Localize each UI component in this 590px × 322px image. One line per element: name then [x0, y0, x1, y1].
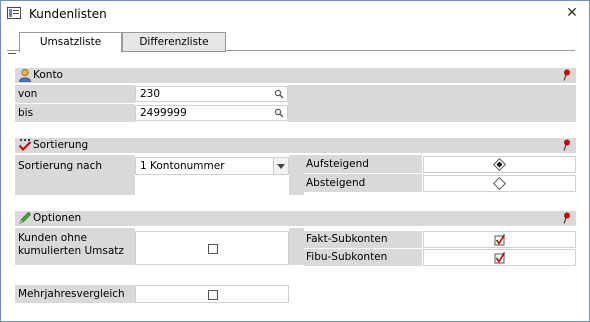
mehrjahr-checkbox[interactable] — [208, 290, 218, 300]
tab-differenzliste[interactable]: Differenzliste — [122, 32, 226, 52]
von-input[interactable]: 230 — [135, 86, 288, 102]
kunden-label-line2: kumulierten Umsatz — [18, 245, 124, 257]
mehrjahr-checkbox-cell — [135, 285, 289, 303]
fibu-label: Fibu-Subkonten — [306, 251, 388, 263]
absteigend-label: Absteigend — [306, 177, 366, 189]
konto-section: Konto von 230 bis 2499999 — [15, 68, 576, 124]
close-icon: ✕ — [566, 5, 578, 21]
optionen-section: Optionen Kunden ohne kumulierten Umsatz … — [15, 211, 576, 303]
fakt-checkbox-cell — [423, 231, 576, 248]
mehrjahr-label: Mehrjahresvergleich — [18, 288, 125, 300]
close-button[interactable]: ✕ — [561, 4, 583, 22]
pin-icon[interactable] — [562, 139, 572, 151]
kunden-checkbox-cell — [135, 231, 289, 265]
checkmark-icon — [18, 138, 32, 151]
tab-umsatzliste-label: Umsatzliste — [39, 36, 102, 48]
sortierung-nach-label: Sortierung nach — [18, 160, 103, 172]
user-icon — [19, 68, 31, 82]
aufsteigend-radio[interactable] — [493, 158, 506, 171]
sortierung-title: Sortierung — [33, 139, 89, 151]
kunden-label-line1: Kunden ohne — [18, 232, 87, 244]
window-title: Kundenlisten — [29, 7, 107, 21]
kundenlisten-window: Kundenlisten ✕ Umsatzliste Differenzlist… — [0, 0, 590, 322]
fibu-checkbox[interactable] — [494, 252, 506, 264]
konto-header: Konto — [15, 68, 576, 83]
sortierung-select[interactable]: 1 Kontonummer — [135, 157, 289, 175]
aufsteigend-radio-cell — [423, 156, 576, 173]
search-icon[interactable] — [274, 89, 284, 99]
konto-right-filler — [288, 85, 576, 122]
absteigend-radio[interactable] — [493, 177, 506, 190]
bis-label: bis — [18, 107, 34, 119]
aufsteigend-label: Aufsteigend — [306, 158, 369, 170]
dropdown-button[interactable] — [273, 158, 288, 174]
search-icon[interactable] — [274, 108, 284, 118]
konto-title: Konto — [33, 69, 63, 81]
absteigend-radio-cell — [423, 175, 576, 192]
von-value: 230 — [140, 88, 161, 100]
fakt-checkbox[interactable] — [494, 234, 506, 246]
title-bar: Kundenlisten ✕ — [1, 1, 589, 27]
sortierung-header: Sortierung — [15, 138, 576, 153]
bis-input[interactable]: 2499999 — [135, 105, 288, 121]
optionen-header: Optionen — [15, 211, 576, 226]
optionen-title: Optionen — [33, 212, 82, 224]
tab-differenzliste-label: Differenzliste — [139, 36, 209, 48]
bis-value: 2499999 — [140, 107, 187, 119]
pencil-icon — [19, 211, 32, 224]
tab-indent-marker — [8, 53, 16, 54]
pin-icon[interactable] — [562, 212, 572, 224]
kunden-checkbox[interactable] — [208, 244, 218, 254]
von-label: von — [18, 88, 38, 100]
tab-umsatzliste[interactable]: Umsatzliste — [8, 32, 122, 54]
sortierung-select-value: 1 Kontonummer — [140, 160, 225, 172]
window-app-icon — [7, 7, 21, 19]
chevron-down-icon — [277, 164, 285, 169]
fakt-label: Fakt-Subkonten — [306, 233, 388, 245]
optionen-gap — [289, 228, 304, 265]
sortierung-gap — [289, 155, 304, 195]
pin-icon[interactable] — [562, 69, 572, 81]
fibu-checkbox-cell — [423, 249, 576, 266]
sortierung-section: Sortierung Sortierung nach 1 Kontonummer… — [15, 138, 576, 196]
